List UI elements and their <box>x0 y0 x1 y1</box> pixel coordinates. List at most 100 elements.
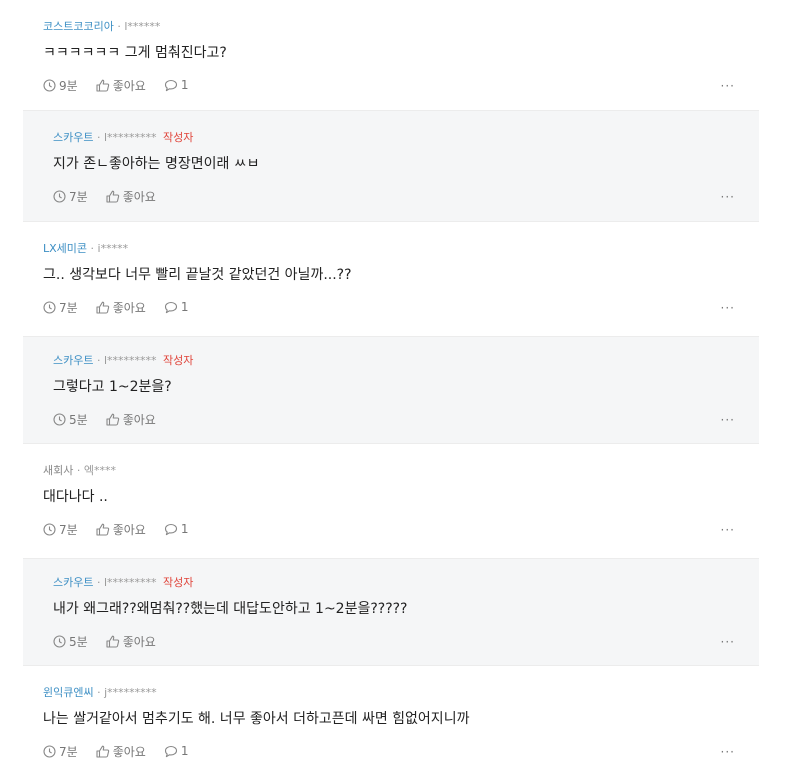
like-button[interactable]: 좋아요 <box>96 299 146 316</box>
comment-text: ㅋㅋㅋㅋㅋㅋ 그게 멈춰진다고? <box>43 45 227 61</box>
like-button[interactable]: 좋아요 <box>106 633 156 650</box>
comment-list: 코스트코코리아 · l****** ㅋㅋㅋㅋㅋㅋ 그게 멈춰진다고? 9분 좋아… <box>0 0 795 775</box>
comment-actions: 7분 좋아요 1 <box>43 743 759 759</box>
comment-meta: 스카우트 · l********* 작성자 <box>53 354 759 368</box>
author-id: l********* <box>103 354 157 367</box>
comment-text: 그.. 생각보다 너무 빨리 끝날것 같았던건 아닐까...?? <box>43 267 352 283</box>
author-name[interactable]: 스카우트 <box>53 576 93 589</box>
more-button[interactable]: ··· <box>721 745 735 759</box>
writer-badge: 작성자 <box>163 354 194 367</box>
timestamp: 7분 <box>43 743 78 760</box>
timestamp: 7분 <box>43 521 78 538</box>
separator: · <box>96 131 101 144</box>
comment-meta: 윈익큐엔씨 · j********* <box>43 686 759 700</box>
author-id: l****** <box>124 20 161 33</box>
separator: · <box>97 686 101 699</box>
comment-item: 새회사 · 엑**** 대다나다 .. 7분 좋아요 1 ··· <box>23 444 759 559</box>
comment-meta: LX세미콘 · i***** <box>43 242 759 256</box>
author-name[interactable]: LX세미콘 <box>43 242 87 255</box>
timestamp: 7분 <box>53 188 88 205</box>
speech-bubble-icon <box>164 745 177 757</box>
like-button[interactable]: 좋아요 <box>96 521 146 538</box>
reply-count-value: 1 <box>180 744 189 758</box>
reply-item: 스카우트 · l********* 작성자 그렇다고 1~2분을? 5분 좋아요… <box>23 337 759 444</box>
author-id: l********* <box>103 131 157 144</box>
author-id: 엑**** <box>83 464 116 477</box>
timestamp: 9분 <box>43 77 78 94</box>
comment-actions: 7분 좋아요 1 <box>43 299 759 315</box>
author-name[interactable]: 코스트코코리아 <box>43 20 114 33</box>
reply-item: 스카우트 · l********* 작성자 지가 존ㄴ좋아하는 명장면이래 ㅆㅂ… <box>23 111 759 222</box>
comment-actions: 5분 좋아요 <box>53 633 759 649</box>
like-label: 좋아요 <box>112 78 146 93</box>
author-id: l********* <box>103 576 157 589</box>
author-name[interactable]: 윈익큐엔씨 <box>43 686 94 699</box>
like-label: 좋아요 <box>122 412 156 427</box>
reply-item: 스카우트 · l********* 작성자 내가 왜그래??왜멈춰??했는데 대… <box>23 559 759 666</box>
reply-count[interactable]: 1 <box>164 78 189 92</box>
thumbs-up-icon <box>106 413 119 426</box>
comment-meta: 스카우트 · l********* 작성자 <box>53 131 759 145</box>
reply-count-value: 1 <box>180 78 189 92</box>
more-button[interactable]: ··· <box>721 190 735 204</box>
clock-icon <box>53 412 66 426</box>
comment-actions: 7분 좋아요 <box>53 188 759 204</box>
reply-count[interactable]: 1 <box>164 744 189 758</box>
comment-meta: 스카우트 · l********* 작성자 <box>53 576 759 590</box>
like-button[interactable]: 좋아요 <box>106 411 156 428</box>
speech-bubble-icon <box>164 523 177 535</box>
thumbs-up-icon <box>96 301 109 314</box>
timestamp: 5분 <box>53 411 88 428</box>
comment-actions: 9분 좋아요 1 <box>43 77 759 93</box>
more-button[interactable]: ··· <box>721 413 735 427</box>
timestamp: 7분 <box>43 299 78 316</box>
like-button[interactable]: 좋아요 <box>96 743 146 760</box>
time-label: 7분 <box>59 522 78 537</box>
thumbs-up-icon <box>106 190 119 203</box>
clock-icon <box>53 634 66 648</box>
author-name[interactable]: 스카우트 <box>53 131 93 144</box>
separator: · <box>117 20 121 33</box>
time-label: 7분 <box>69 189 88 204</box>
time-label: 7분 <box>59 744 78 759</box>
more-button[interactable]: ··· <box>721 301 735 315</box>
reply-count[interactable]: 1 <box>164 522 189 536</box>
reply-count-value: 1 <box>180 300 189 314</box>
separator: · <box>96 576 101 589</box>
comment-item: LX세미콘 · i***** 그.. 생각보다 너무 빨리 끝날것 같았던건 아… <box>23 222 759 337</box>
like-label: 좋아요 <box>112 744 146 759</box>
speech-bubble-icon <box>164 301 177 313</box>
comment-text: 내가 왜그래??왜멈춰??했는데 대답도안하고 1~2분을????? <box>53 601 408 617</box>
more-button[interactable]: ··· <box>721 523 735 537</box>
separator: · <box>96 354 101 367</box>
like-label: 좋아요 <box>112 522 146 537</box>
comment-item: 윈익큐엔씨 · j********* 나는 쌀거같아서 멈추기도 해. 너무 좋… <box>23 666 759 775</box>
clock-icon <box>53 189 66 203</box>
like-button[interactable]: 좋아요 <box>96 77 146 94</box>
author-name[interactable]: 스카우트 <box>53 354 93 367</box>
like-button[interactable]: 좋아요 <box>106 188 156 205</box>
comment-meta: 코스트코코리아 · l****** <box>43 20 759 34</box>
author-id: i***** <box>97 242 129 255</box>
clock-icon <box>43 78 56 92</box>
timestamp: 5분 <box>53 633 88 650</box>
comment-text: 지가 존ㄴ좋아하는 명장면이래 ㅆㅂ <box>53 156 260 172</box>
comment-item: 코스트코코리아 · l****** ㅋㅋㅋㅋㅋㅋ 그게 멈춰진다고? 9분 좋아… <box>23 0 759 111</box>
reply-count-value: 1 <box>180 522 189 536</box>
comment-text: 그렇다고 1~2분을? <box>53 379 172 395</box>
writer-badge: 작성자 <box>163 576 194 589</box>
like-label: 좋아요 <box>112 300 146 315</box>
reply-count[interactable]: 1 <box>164 300 189 314</box>
author-id: j********* <box>104 686 157 699</box>
comment-actions: 5분 좋아요 <box>53 411 759 427</box>
like-label: 좋아요 <box>122 189 156 204</box>
thumbs-up-icon <box>96 745 109 758</box>
separator: · <box>90 242 95 255</box>
more-button[interactable]: ··· <box>721 79 735 93</box>
thumbs-up-icon <box>96 79 109 92</box>
author-name[interactable]: 새회사 <box>43 464 73 477</box>
comment-text: 나는 쌀거같아서 멈추기도 해. 너무 좋아서 더하고픈데 싸면 힘없어지니까 <box>43 711 470 727</box>
thumbs-up-icon <box>106 635 119 648</box>
more-button[interactable]: ··· <box>721 635 735 649</box>
time-label: 5분 <box>69 412 88 427</box>
